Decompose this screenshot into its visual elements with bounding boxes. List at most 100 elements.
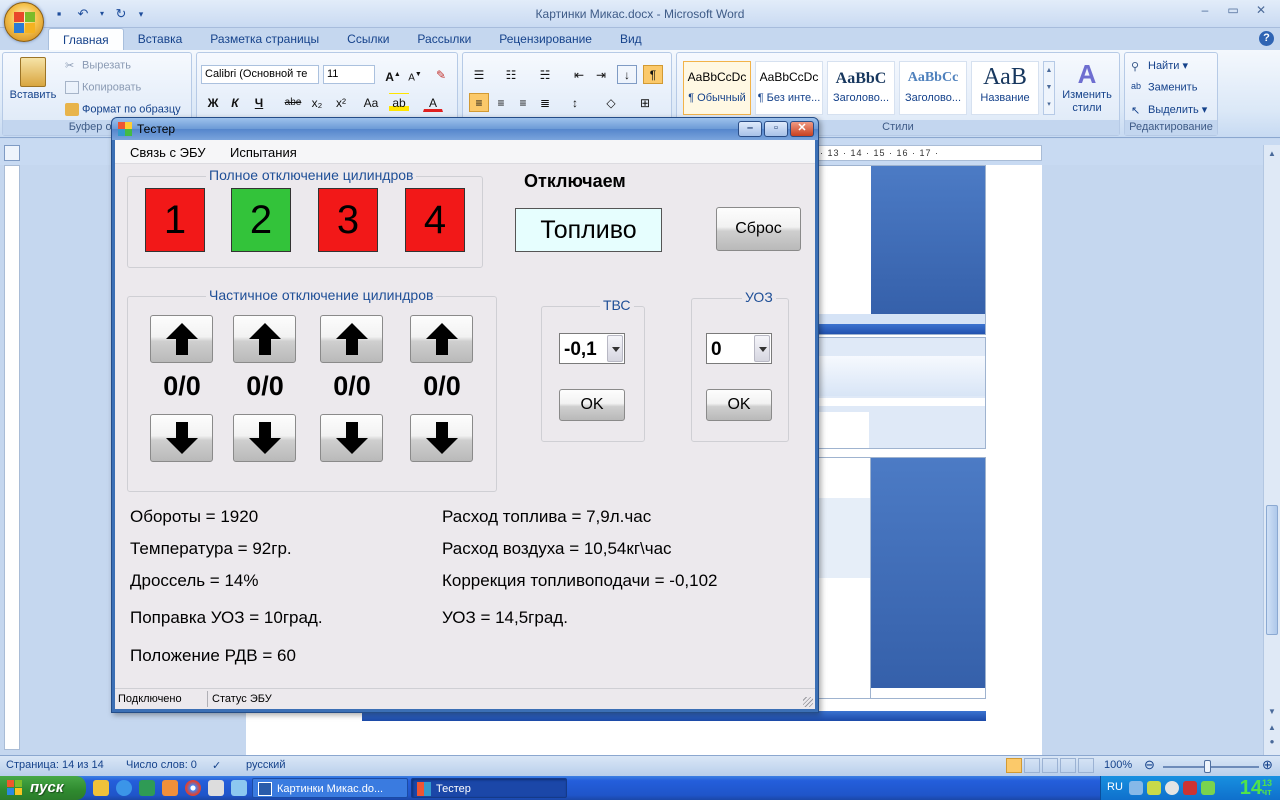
line-spacing-icon[interactable]: ↕	[565, 93, 585, 112]
maximize-button[interactable]: ▭	[1220, 2, 1246, 20]
page-count[interactable]: Страница: 14 из 14	[6, 759, 104, 771]
zoom-out-icon[interactable]: ⊖	[1144, 757, 1155, 773]
copy-button[interactable]: Копировать	[65, 81, 141, 94]
menu-tests[interactable]: Испытания	[230, 145, 297, 160]
tab-view[interactable]: Вид	[606, 28, 656, 50]
clear-format-icon[interactable]: ✎	[431, 65, 451, 84]
tab-home[interactable]: Главная	[48, 28, 124, 50]
tab-review[interactable]: Рецензирование	[485, 28, 606, 50]
vertical-ruler[interactable]	[4, 165, 20, 750]
font-family-select[interactable]: Calibri (Основной те	[201, 65, 319, 84]
underline-button[interactable]: Ч	[249, 93, 269, 112]
shading-icon[interactable]: ◇	[601, 93, 621, 112]
cut-button[interactable]: ✂ Вырезать	[65, 59, 131, 72]
decrease-indent-icon[interactable]: ⇤	[569, 65, 589, 84]
keyboard-language[interactable]: RU	[1107, 781, 1123, 793]
word-count[interactable]: Число слов: 0	[126, 759, 197, 771]
tray-icon[interactable]	[1147, 781, 1161, 795]
style-card-heading1[interactable]: AaBbC Заголово...	[827, 61, 895, 115]
style-card-heading2[interactable]: AaBbCc Заголово...	[899, 61, 967, 115]
cylinder-3-down-button[interactable]	[320, 414, 383, 462]
italic-button[interactable]: К	[225, 93, 245, 112]
chrome-icon[interactable]	[185, 780, 201, 796]
change-case-button[interactable]: Aa	[357, 93, 385, 112]
superscript-button[interactable]: x²	[331, 93, 351, 112]
scroll-down-icon[interactable]: ▼	[1265, 705, 1279, 719]
previous-page-icon[interactable]: ▲	[1265, 721, 1279, 735]
format-painter-button[interactable]: Формат по образцу	[65, 103, 181, 116]
vertical-scrollbar[interactable]: ▲ ▼ ▲ ●	[1263, 145, 1280, 755]
select-browse-object-icon[interactable]: ●	[1265, 735, 1279, 749]
justify-icon[interactable]: ≣	[535, 93, 555, 112]
numbering-icon[interactable]: ☷	[501, 65, 521, 84]
highlight-icon[interactable]: ab	[389, 93, 409, 112]
zoom-in-icon[interactable]: ⊕	[1262, 757, 1273, 773]
find-button[interactable]: ⚲ Найти ▾	[1131, 59, 1188, 73]
chevron-down-icon[interactable]	[607, 335, 623, 362]
font-size-select[interactable]: 11	[323, 65, 375, 84]
web-layout-icon[interactable]	[1042, 758, 1058, 773]
print-layout-view-icon[interactable]	[1006, 758, 1022, 773]
cylinder-1-down-button[interactable]	[150, 414, 213, 462]
tab-selector[interactable]	[4, 145, 20, 161]
align-center-icon[interactable]: ≡	[491, 93, 511, 112]
quicklaunch-icon[interactable]	[139, 780, 155, 796]
cylinder-4-down-button[interactable]	[410, 414, 473, 462]
increase-indent-icon[interactable]: ⇥	[591, 65, 611, 84]
replace-button[interactable]: ab Заменить	[1131, 81, 1197, 94]
help-icon[interactable]: ?	[1259, 31, 1274, 46]
start-button[interactable]: пуск	[0, 776, 86, 800]
tray-icon[interactable]	[1129, 781, 1143, 795]
cylinder-2-down-button[interactable]	[233, 414, 296, 462]
quicklaunch-icon[interactable]	[162, 780, 178, 796]
tray-icon[interactable]	[1183, 781, 1197, 795]
strikethrough-button[interactable]: abe	[283, 93, 303, 112]
quicklaunch-icon[interactable]	[93, 780, 109, 796]
draft-view-icon[interactable]	[1078, 758, 1094, 773]
align-left-icon[interactable]: ≡	[469, 93, 489, 112]
zoom-level[interactable]: 100%	[1104, 759, 1132, 771]
maximize-button[interactable]: ▫	[764, 121, 788, 137]
full-screen-reading-icon[interactable]	[1024, 758, 1040, 773]
select-button[interactable]: ↖ Выделить ▾	[1131, 103, 1207, 117]
multilevel-list-icon[interactable]: ☵	[535, 65, 555, 84]
align-right-icon[interactable]: ≡	[513, 93, 533, 112]
close-button[interactable]: ✕	[790, 121, 814, 137]
uoz-select[interactable]: 0	[706, 333, 772, 364]
tvs-ok-button[interactable]: OK	[559, 389, 625, 421]
borders-icon[interactable]: ⊞	[635, 93, 655, 112]
style-card-normal[interactable]: AaBbCcDc ¶ Обычный	[683, 61, 751, 115]
pilcrow-icon[interactable]: ¶	[643, 65, 663, 84]
proofing-icon[interactable]: ✓	[212, 759, 221, 772]
zoom-slider-track[interactable]	[1163, 766, 1259, 768]
scrollbar-thumb[interactable]	[1266, 505, 1278, 635]
minimize-button[interactable]: –	[738, 121, 762, 137]
style-card-no-spacing[interactable]: AaBbCcDc ¶ Без инте...	[755, 61, 823, 115]
shrink-font-button[interactable]: A▼	[405, 65, 425, 84]
tab-references[interactable]: Ссылки	[333, 28, 403, 50]
bullets-icon[interactable]: ☰	[469, 65, 489, 84]
uoz-ok-button[interactable]: OK	[706, 389, 772, 421]
office-button[interactable]	[4, 2, 44, 42]
cylinder-1-up-button[interactable]	[150, 315, 213, 363]
chevron-down-icon[interactable]	[754, 335, 770, 362]
minimize-button[interactable]: –	[1192, 2, 1218, 20]
internet-explorer-icon[interactable]	[116, 780, 132, 796]
change-styles-button[interactable]: A Изменить стили	[1059, 59, 1115, 115]
tray-icon[interactable]	[1201, 781, 1215, 795]
styles-scroll[interactable]: ▲ ▼ ▾	[1043, 61, 1055, 115]
menu-ecu-connection[interactable]: Связь с ЭБУ	[130, 145, 205, 160]
cylinder-2-toggle[interactable]: 2	[231, 188, 291, 252]
font-color-icon[interactable]: A	[423, 93, 443, 112]
resize-grip-icon[interactable]	[803, 697, 813, 707]
cylinder-1-toggle[interactable]: 1	[145, 188, 205, 252]
reset-button[interactable]: Сброс	[716, 207, 801, 251]
tab-page-layout[interactable]: Разметка страницы	[196, 28, 333, 50]
cylinder-4-up-button[interactable]	[410, 315, 473, 363]
subscript-button[interactable]: x₂	[307, 93, 327, 112]
zoom-slider-thumb[interactable]	[1204, 760, 1211, 773]
tab-insert[interactable]: Вставка	[124, 28, 197, 50]
bold-button[interactable]: Ж	[203, 93, 223, 112]
quicklaunch-icon[interactable]	[231, 780, 247, 796]
language-status[interactable]: русский	[246, 759, 285, 771]
